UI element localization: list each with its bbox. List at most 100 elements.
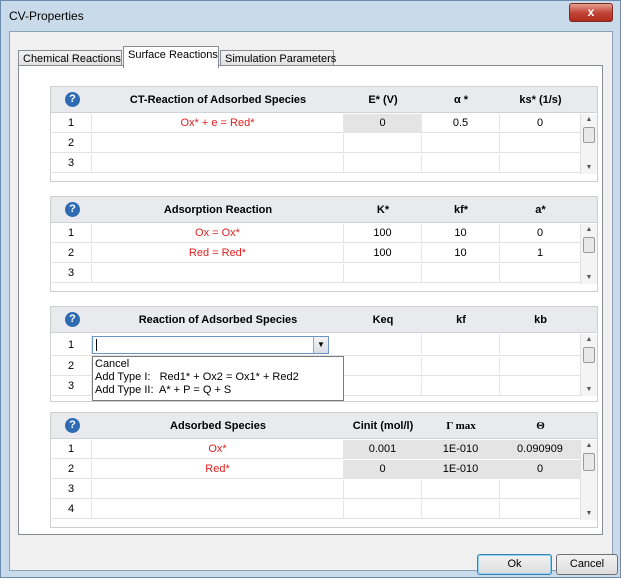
- species-cell[interactable]: Red*: [92, 460, 344, 479]
- scroll-up-icon[interactable]: ▲: [581, 440, 597, 452]
- help-icon[interactable]: ?: [65, 418, 80, 433]
- species-cell[interactable]: [92, 480, 344, 499]
- row-number: 2: [51, 134, 92, 153]
- value-cell[interactable]: [344, 480, 422, 499]
- value-cell[interactable]: 100: [344, 224, 422, 243]
- scroll-down-icon[interactable]: ▼: [581, 272, 597, 284]
- value-cell[interactable]: [422, 264, 500, 283]
- cancel-button[interactable]: Cancel: [556, 554, 618, 575]
- value-cell[interactable]: [344, 154, 422, 173]
- table-row[interactable]: 2 Red = Red* 100 10 1: [51, 244, 581, 263]
- scroll-thumb[interactable]: [583, 127, 595, 143]
- value-cell[interactable]: [422, 334, 500, 353]
- value-cell[interactable]: [344, 357, 422, 376]
- dropdown-item-add-type-2[interactable]: Add Type II: A* + P = Q + S: [95, 384, 341, 397]
- text-caret: [96, 339, 97, 351]
- value-cell[interactable]: 10: [422, 224, 500, 243]
- value-cell[interactable]: [422, 377, 500, 396]
- table-row[interactable]: 4: [51, 500, 581, 519]
- value-cell[interactable]: [500, 154, 581, 173]
- scroll-down-icon[interactable]: ▼: [581, 384, 597, 396]
- table-row[interactable]: 1 ▼: [51, 334, 581, 356]
- dropdown-item-cancel[interactable]: Cancel: [95, 358, 341, 371]
- table-row[interactable]: 3: [51, 264, 581, 283]
- reaction-type-combo[interactable]: ▼: [92, 336, 329, 354]
- scroll-thumb[interactable]: [583, 237, 595, 253]
- value-cell[interactable]: [422, 500, 500, 519]
- value-cell[interactable]: [422, 134, 500, 153]
- vertical-scrollbar[interactable]: ▲ ▼: [580, 440, 597, 520]
- scroll-down-icon[interactable]: ▼: [581, 508, 597, 520]
- ok-button[interactable]: Ok: [477, 554, 552, 575]
- value-cell[interactable]: [500, 480, 581, 499]
- column-header: Cinit (mol/l): [352, 420, 414, 432]
- value-cell[interactable]: [500, 377, 581, 396]
- reaction-cell[interactable]: [92, 134, 344, 153]
- value-cell[interactable]: 1: [500, 244, 581, 263]
- tab-surface-reactions[interactable]: Surface Reactions: [123, 46, 219, 68]
- reaction-cell[interactable]: Ox* + e = Red*: [92, 114, 344, 133]
- value-cell[interactable]: 0.5: [422, 114, 500, 133]
- vertical-scrollbar[interactable]: ▲ ▼: [580, 114, 597, 174]
- value-cell[interactable]: [500, 334, 581, 353]
- value-cell[interactable]: 0: [344, 114, 422, 133]
- value-cell[interactable]: [344, 500, 422, 519]
- value-cell[interactable]: [422, 480, 500, 499]
- table-row[interactable]: 2 Red* 0 1E-010 0: [51, 460, 581, 479]
- value-cell[interactable]: [500, 357, 581, 376]
- scroll-thumb[interactable]: [583, 453, 595, 471]
- value-cell[interactable]: [344, 334, 422, 353]
- table-row[interactable]: 3: [51, 154, 581, 173]
- value-cell[interactable]: 0: [500, 114, 581, 133]
- value-cell[interactable]: [344, 377, 422, 396]
- value-cell[interactable]: 0.090909: [500, 440, 581, 459]
- reaction-cell[interactable]: [92, 264, 344, 283]
- adsorbed-species-grid: ? Adsorbed Species Cinit (mol/l) Γ max Θ…: [50, 412, 598, 528]
- column-header: Adsorption Reaction: [163, 204, 273, 216]
- value-cell[interactable]: [500, 500, 581, 519]
- value-cell[interactable]: 1E-010: [422, 440, 500, 459]
- table-row[interactable]: 3: [51, 480, 581, 499]
- table-row[interactable]: 1 Ox = Ox* 100 10 0: [51, 224, 581, 243]
- scroll-up-icon[interactable]: ▲: [581, 114, 597, 126]
- table-row[interactable]: 1 Ox* + e = Red* 0 0.5 0: [51, 114, 581, 133]
- scroll-thumb[interactable]: [583, 347, 595, 363]
- value-cell[interactable]: 100: [344, 244, 422, 263]
- vertical-scrollbar[interactable]: ▲ ▼: [580, 224, 597, 284]
- value-cell[interactable]: [500, 134, 581, 153]
- help-icon[interactable]: ?: [65, 202, 80, 217]
- vertical-scrollbar[interactable]: ▲ ▼: [580, 334, 597, 396]
- species-cell[interactable]: [92, 500, 344, 519]
- reaction-cell[interactable]: Ox = Ox*: [92, 224, 344, 243]
- reaction-cell[interactable]: Red = Red*: [92, 244, 344, 263]
- close-button[interactable]: x: [569, 3, 613, 22]
- scroll-up-icon[interactable]: ▲: [581, 334, 597, 346]
- value-cell[interactable]: [500, 264, 581, 283]
- value-cell[interactable]: 0: [344, 460, 422, 479]
- value-cell[interactable]: [422, 357, 500, 376]
- dropdown-item-add-type-1[interactable]: Add Type I: Red1* + Ox2 = Ox1* + Red2: [95, 371, 341, 384]
- help-icon[interactable]: ?: [65, 92, 80, 107]
- value-cell[interactable]: 0: [500, 460, 581, 479]
- grid-header: ? Adsorption Reaction K* kf* a*: [51, 197, 597, 223]
- scroll-down-icon[interactable]: ▼: [581, 162, 597, 174]
- table-row[interactable]: 1 Ox* 0.001 1E-010 0.090909: [51, 440, 581, 459]
- table-row[interactable]: 2: [51, 134, 581, 153]
- title-bar[interactable]: CV-Properties x: [1, 1, 620, 31]
- value-cell[interactable]: [422, 154, 500, 173]
- row-number: 1: [51, 334, 92, 356]
- value-cell[interactable]: 0: [500, 224, 581, 243]
- species-cell[interactable]: Ox*: [92, 440, 344, 459]
- reaction-cell[interactable]: [92, 154, 344, 173]
- value-cell[interactable]: 10: [422, 244, 500, 263]
- window-title: CV-Properties: [9, 9, 84, 23]
- help-icon[interactable]: ?: [65, 312, 80, 327]
- value-cell[interactable]: [344, 134, 422, 153]
- scroll-up-icon[interactable]: ▲: [581, 224, 597, 236]
- column-header: kb: [534, 314, 547, 326]
- value-cell[interactable]: 1E-010: [422, 460, 500, 479]
- value-cell[interactable]: [344, 264, 422, 283]
- row-number: 1: [51, 224, 92, 243]
- chevron-down-icon[interactable]: ▼: [313, 337, 328, 353]
- value-cell[interactable]: 0.001: [344, 440, 422, 459]
